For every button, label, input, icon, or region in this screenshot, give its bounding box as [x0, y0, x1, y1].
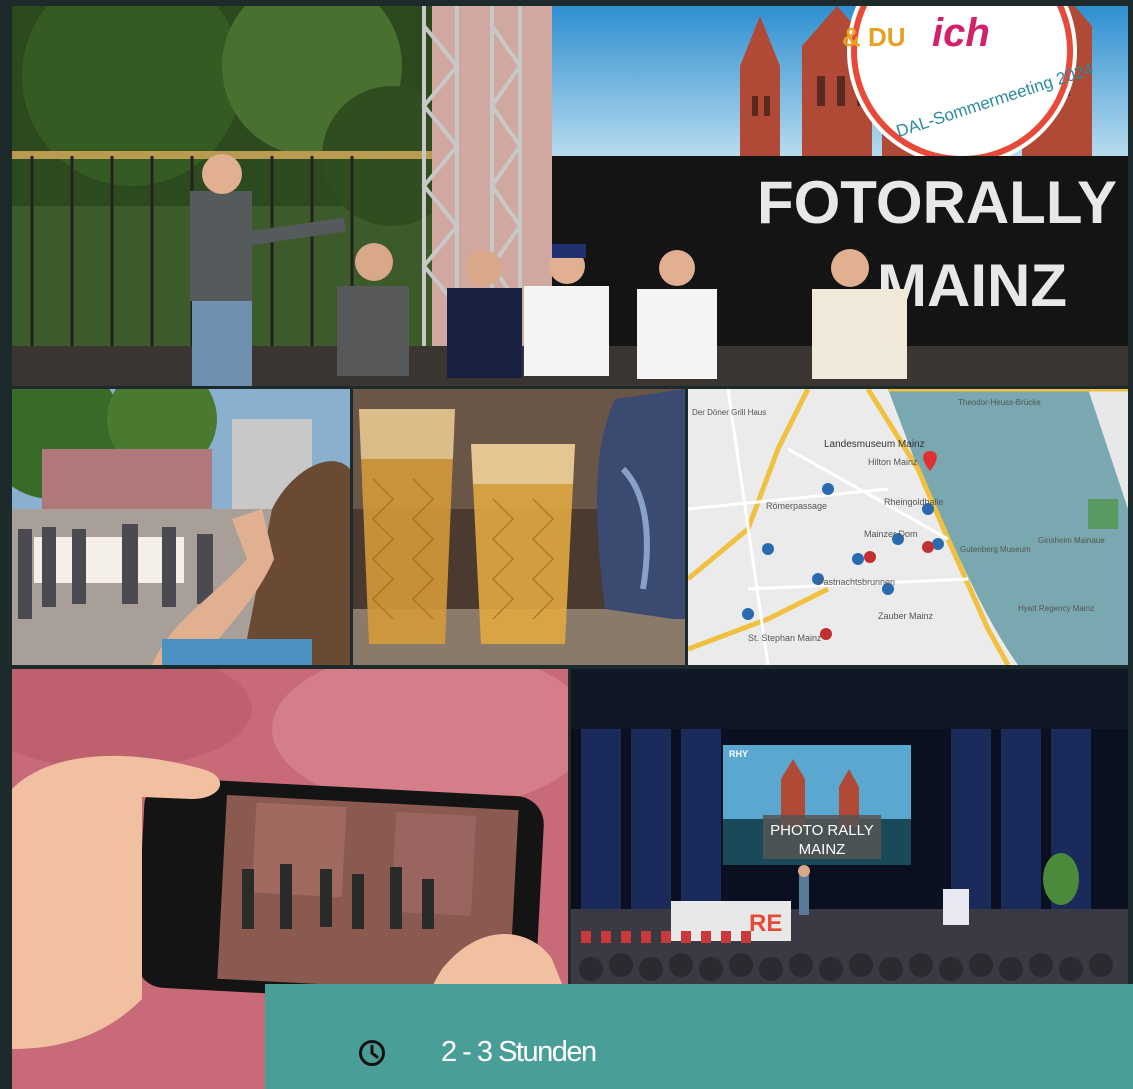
map-label: Ginsheim Mainaue — [1038, 536, 1105, 545]
map-label: Theodor-Heuss-Brücke — [958, 398, 1041, 407]
screen-brand-text: RHY — [729, 749, 748, 759]
screen-line1-text: PHOTO RALLY — [770, 822, 874, 839]
screen-line2-text: MAINZ — [799, 841, 846, 858]
map-label: Römerpassage — [766, 501, 827, 511]
logo-amp-text: & DU — [842, 22, 906, 52]
map-label: Hilton Mainz — [868, 457, 918, 467]
clock-icon — [359, 1040, 385, 1066]
map-label: Hyatt Regency Mainz — [1018, 604, 1094, 613]
photo-stage-fotorally: ich & DU DAL-Sommermeeting 2024 FOTORALL… — [12, 6, 1128, 386]
map-label: St. Stephan Mainz — [748, 633, 822, 643]
map-label: Zauber Mainz — [878, 611, 934, 621]
duration-text: 2 - 3 Stunden — [441, 1036, 597, 1068]
map-label: Mainzer Dom — [864, 529, 918, 539]
map-label: Rheingoldhalle — [884, 497, 944, 507]
photo-wine-glasses — [353, 389, 685, 665]
podium-text: RE — [749, 910, 782, 937]
banner-line1-text: FOTORALLY — [757, 169, 1117, 236]
logo-ich-text: ich — [932, 11, 990, 55]
duration-banner: 2 - 3 Stunden — [265, 984, 1133, 1089]
photo-group-banner — [12, 389, 350, 665]
map-label: Gutenberg Museum — [960, 545, 1031, 554]
map-label: Der Döner Grill Haus — [692, 408, 766, 417]
map-label: Landesmuseum Mainz — [824, 439, 925, 450]
photo-city-map: Landesmuseum Mainz Hilton Mainz Rheingol… — [688, 389, 1128, 665]
photo-conference-stage: PHOTO RALLY MAINZ RHY RE — [571, 669, 1128, 989]
map-label: Fastnachtsbrunnen — [818, 577, 895, 587]
